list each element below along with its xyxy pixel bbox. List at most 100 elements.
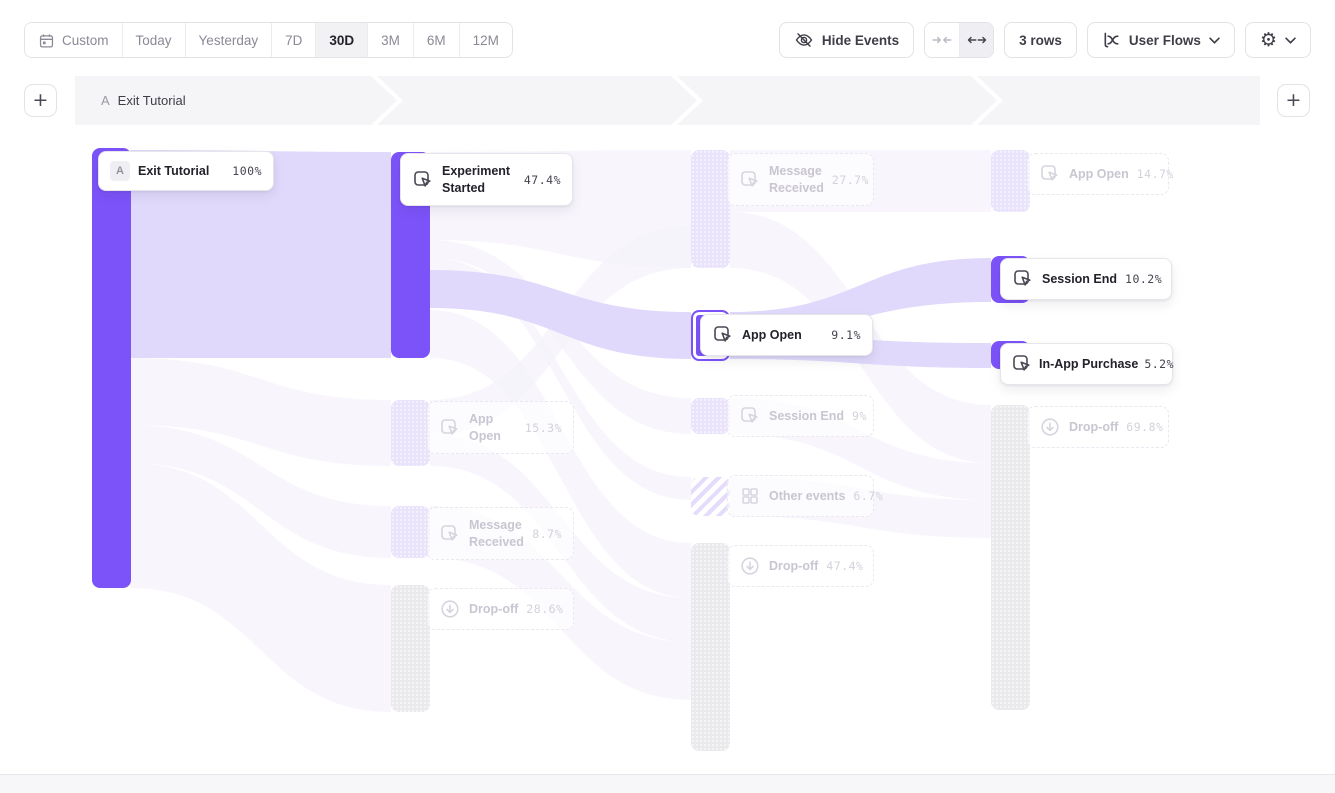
flow-link-highlighted [430, 270, 691, 359]
flow-link-faded [130, 425, 391, 558]
flow-node-bar-message-received[interactable] [691, 150, 730, 268]
flow-node-percentage: 15.3% [525, 421, 562, 435]
flow-node-bar-drop-off[interactable] [991, 405, 1030, 710]
flow-node-percentage: 14.7% [1137, 167, 1174, 181]
range-custom[interactable]: Custom [25, 23, 122, 57]
range-yesterday[interactable]: Yesterday [185, 23, 272, 57]
drop-off-icon [739, 555, 761, 577]
step-badge: A [101, 93, 110, 108]
flow-node-card-drop-off[interactable]: Drop-off 28.6% [427, 588, 574, 630]
range-30d[interactable]: 30D [315, 23, 367, 57]
flow-node-percentage: 9.1% [831, 328, 861, 342]
arrows-collapse-icon [932, 34, 952, 46]
flow-step-header: A Exit Tutorial [75, 76, 1260, 125]
flow-node-card-exit-tutorial[interactable]: A Exit Tutorial 100% [98, 151, 274, 191]
flow-node-card-other-events[interactable]: Other events6.7% [727, 475, 874, 517]
expand-columns-button[interactable] [959, 23, 993, 57]
flow-node-bar-exit-tutorial[interactable] [92, 148, 131, 588]
flow-node-bar-app-open[interactable] [991, 150, 1030, 212]
flow-node-percentage: 69.8% [1126, 420, 1163, 434]
flow-node-title: Message Received [469, 517, 524, 550]
flow-node-bar-other-events[interactable] [691, 477, 730, 516]
gear-icon: ⚙ [1260, 31, 1277, 50]
settings-button[interactable]: ⚙ [1245, 22, 1311, 58]
flow-node-title: Drop-off [1069, 419, 1118, 436]
flow-node-percentage: 28.6% [526, 602, 563, 616]
flow-node-card-app-open[interactable]: App Open14.7% [1027, 153, 1169, 195]
flow-node-title: Drop-off [469, 601, 518, 618]
step-segment-4[interactable] [977, 76, 1260, 125]
step-letter-badge: A [110, 161, 130, 181]
flow-node-card-app-open[interactable]: App Open 9.1% [700, 314, 873, 356]
event-icon [739, 169, 761, 191]
event-icon [712, 324, 734, 346]
other-events-icon [739, 485, 761, 507]
step-segment-1[interactable]: A Exit Tutorial [75, 76, 397, 125]
range-7d[interactable]: 7D [271, 23, 315, 57]
flow-node-bar-drop-off[interactable] [691, 543, 730, 751]
eye-off-icon [794, 30, 814, 50]
flow-node-percentage: 27.7% [832, 173, 869, 187]
flow-node-card-in-app-purchase[interactable]: In-App Purchase5.2% [1000, 343, 1173, 385]
flow-node-title: Session End [769, 408, 844, 425]
add-step-right-button[interactable]: + [1277, 84, 1310, 117]
range-3m[interactable]: 3M [367, 23, 413, 57]
flow-node-card-message-received[interactable]: Message Received 27.7% [727, 153, 874, 206]
flow-node-title: Other events [769, 488, 845, 505]
flow-node-bar-app-open[interactable] [391, 400, 430, 466]
range-6m[interactable]: 6M [413, 23, 459, 57]
range-label: Custom [62, 33, 109, 48]
event-icon [439, 417, 461, 439]
flow-node-percentage: 8.7% [532, 527, 562, 541]
sankey-links [0, 125, 1335, 775]
flow-node-title: Session End [1042, 271, 1117, 288]
view-selector-button[interactable]: User Flows [1087, 22, 1235, 58]
toolbar-right: Hide Events [779, 22, 1311, 58]
rows-button[interactable]: 3 rows [1004, 22, 1077, 58]
arrows-expand-icon [967, 34, 987, 46]
flow-node-title: App Open [1069, 166, 1129, 183]
bottom-strip [0, 774, 1335, 793]
flow-node-card-app-open[interactable]: App Open 15.3% [427, 401, 574, 454]
step-label: A Exit Tutorial [75, 76, 397, 125]
date-range-group: Custom Today Yesterday 7D 30D 3M 6M 12M [24, 22, 513, 58]
view-selector-label: User Flows [1129, 33, 1201, 48]
event-icon [739, 405, 761, 427]
flow-node-title: Exit Tutorial [138, 163, 224, 180]
calendar-icon [38, 32, 55, 49]
event-icon [1012, 268, 1034, 290]
chevron-down-icon [1209, 37, 1220, 44]
sankey-canvas: A Exit Tutorial 100% Experiment Started47.4… [0, 125, 1335, 775]
flow-link-faded [130, 463, 391, 712]
range-today[interactable]: Today [122, 23, 185, 57]
flow-node-card-drop-off[interactable]: Drop-off47.4% [727, 545, 874, 587]
rows-label: 3 rows [1019, 33, 1062, 48]
flow-node-bar-message-received[interactable] [391, 506, 430, 558]
flow-node-percentage: 100% [232, 164, 262, 178]
hide-events-button[interactable]: Hide Events [779, 22, 914, 58]
flow-link-faded [130, 358, 391, 466]
flow-node-title: App Open [742, 327, 823, 344]
flow-node-card-message-received[interactable]: Message Received 8.7% [427, 507, 574, 560]
add-step-left-button[interactable]: + [24, 84, 57, 117]
range-12m[interactable]: 12M [459, 23, 512, 57]
collapse-expand-toggle [924, 22, 994, 58]
event-icon [439, 523, 461, 545]
flow-node-title: App Open [469, 411, 517, 444]
step-title: Exit Tutorial [118, 93, 186, 108]
user-flows-page: { "toolbar": { "ranges": ["Custom", "Tod… [0, 0, 1335, 793]
flow-node-card-session-end[interactable]: Session End10.2% [1000, 258, 1172, 300]
flow-node-percentage: 47.4% [524, 173, 561, 187]
flow-node-card-drop-off[interactable]: Drop-off 69.8% [1027, 406, 1169, 448]
flow-node-bar-session-end[interactable] [691, 398, 730, 434]
flow-node-bar-drop-off[interactable] [391, 585, 430, 712]
hide-events-label: Hide Events [822, 33, 899, 48]
collapse-columns-button[interactable] [925, 23, 959, 57]
flow-link-faded [430, 258, 691, 500]
flow-node-card-session-end[interactable]: Session End9% [727, 395, 874, 437]
flow-node-card-experiment-started[interactable]: Experiment Started47.4% [400, 153, 573, 206]
step-segment-3[interactable] [677, 76, 997, 125]
flow-node-title: Message Received [769, 163, 824, 196]
drop-off-icon [439, 598, 461, 620]
step-segment-2[interactable] [377, 76, 697, 125]
